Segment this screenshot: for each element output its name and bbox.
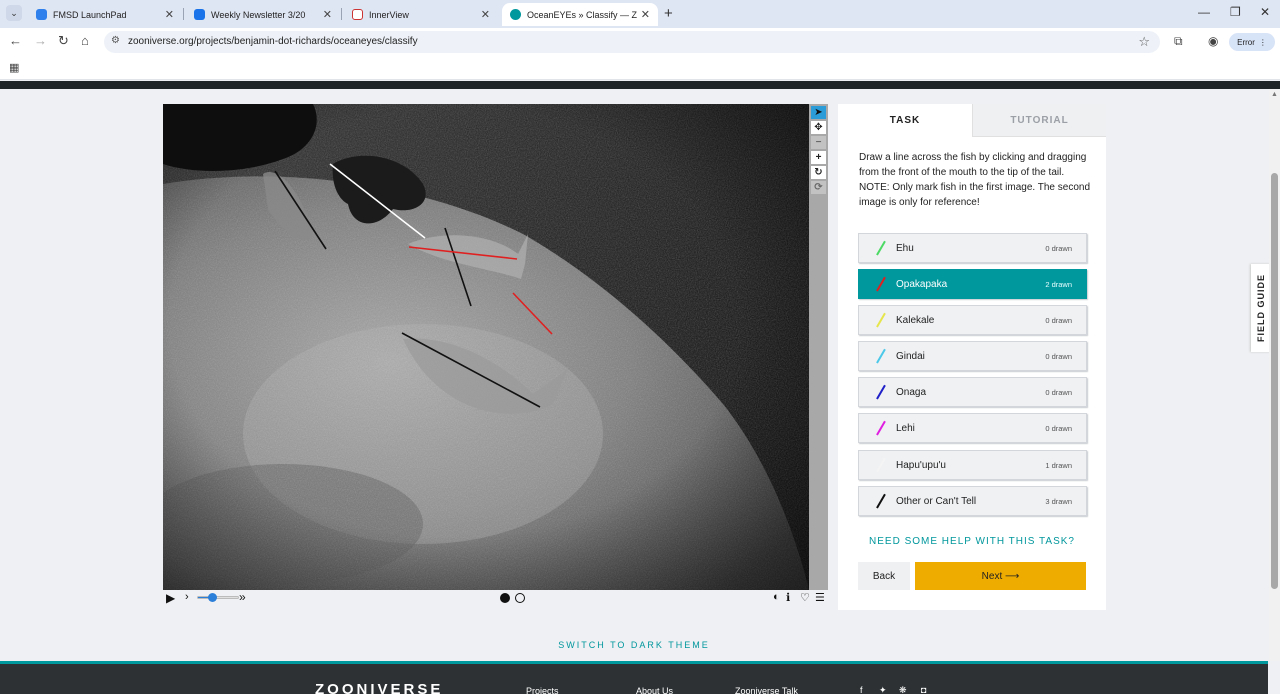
close-icon[interactable]: ✕ [641,8,650,21]
extensions-icon[interactable]: ⧉ [1174,34,1183,49]
option-gindai[interactable]: Gindai 0 drawn [858,341,1087,371]
new-tab-icon[interactable]: + [664,5,673,22]
frame-1-dot[interactable] [500,593,510,603]
pointer-icon[interactable]: ➤ [811,106,826,119]
address-bar: ← → ↻ ⌂ ⚙ zooniverse.org/projects/benjam… [0,28,1280,56]
fast-forward-icon[interactable]: » [239,590,246,604]
play-icon[interactable]: ▶ [166,591,175,605]
zoom-in-icon[interactable]: + [811,151,826,164]
tab-fmsd-launchpad[interactable]: FMSD LaunchPad ✕ [28,3,182,26]
tab-tutorial[interactable]: TUTORIAL [972,104,1106,137]
tab-weekly-newsletter[interactable]: Weekly Newsletter 3/20 ✕ [186,3,340,26]
project-header-strip [0,81,1280,89]
restore-icon[interactable]: ❐ [1230,5,1241,19]
task-help-link[interactable]: NEED SOME HELP WITH THIS TASK? [838,536,1106,547]
zooniverse-icon [510,9,521,20]
line-tool-icon [875,240,886,256]
sites-icon [194,9,205,20]
url-input[interactable]: ⚙ zooniverse.org/projects/benjamin-dot-r… [104,31,1160,53]
tab-search-icon[interactable]: ⌄ [6,5,22,21]
reset-icon[interactable]: ⟳ [811,181,826,194]
info-icon[interactable]: ℹ [786,591,790,604]
reload-icon[interactable]: ↻ [58,33,69,49]
heart-icon[interactable]: ♡ [800,591,810,604]
bluesky-icon[interactable]: ❋ [899,685,907,694]
line-tool-icon [875,384,886,400]
viewer-toolbar: ➤ ✥ − + ↻ ⟳ [809,104,828,590]
footer-link-projects[interactable]: Projects [526,686,559,694]
tab-task[interactable]: TASK [838,104,972,137]
scroll-up-icon[interactable]: ▲ [1271,91,1278,98]
option-opakapaka[interactable]: Opakapaka 2 drawn [858,269,1087,299]
frame-controls: ▶ › » ◐ ℹ ♡ ☰ [163,590,828,606]
browser-tab-bar: ⌄ FMSD LaunchPad ✕ Weekly Newsletter 3/2… [0,0,1280,28]
cloud-icon [36,9,47,20]
more-menu-icon: ⋮ [1258,37,1267,47]
task-panel: TASK TUTORIAL Draw a line across the fis… [838,104,1106,610]
close-icon[interactable]: ✕ [481,8,490,21]
subject-image[interactable] [163,104,809,590]
bookmarks-bar: ▦ [0,56,1280,80]
line-tool-icon [875,493,886,509]
line-tool-icon [875,457,886,473]
zooniverse-logo[interactable]: ZOONIVERSE [315,681,443,694]
instagram-icon[interactable]: ◘ [921,685,926,694]
twitter-icon[interactable]: ✦ [879,685,887,694]
facebook-icon[interactable]: f [860,685,863,694]
tab-innerview[interactable]: InnerView ✕ [344,3,498,26]
dark-theme-toggle[interactable]: SWITCH TO DARK THEME [0,640,1268,650]
option-onaga[interactable]: Onaga 0 drawn [858,377,1087,407]
scroll-thumb[interactable] [1271,173,1278,589]
bookmark-star-icon[interactable]: ☆ [1138,34,1150,50]
line-tool-icon [875,276,886,292]
collections-icon[interactable]: ☰ [815,591,825,604]
line-tool-icon [875,312,886,328]
tab-oceaneyes[interactable]: OceanEYEs » Classify — Zooniv ✕ [502,3,658,26]
option-kalekale[interactable]: Kalekale 0 drawn [858,305,1087,335]
back-button[interactable]: Back [858,562,910,590]
task-instructions: Draw a line across the fish by clicking … [859,152,1091,208]
back-arrow-icon[interactable]: ← [9,33,22,48]
forward-arrow-icon[interactable]: → [34,33,47,48]
option-lehi[interactable]: Lehi 0 drawn [858,413,1087,443]
option-other[interactable]: Other or Can't Tell 3 drawn [858,486,1087,516]
home-icon[interactable]: ⌂ [81,33,89,48]
zoom-out-icon[interactable]: − [811,136,826,149]
footer-link-about[interactable]: About Us [636,686,673,694]
frame-2-dot[interactable] [515,593,525,603]
minimize-icon[interactable]: — [1198,5,1210,19]
line-tool-icon [875,348,886,364]
close-icon[interactable]: ✕ [165,8,174,21]
site-footer: ZOONIVERSE Projects About Us Zooniverse … [0,661,1268,694]
invert-icon[interactable]: ◐ [773,591,780,603]
innerview-icon [352,9,363,20]
profile-icon[interactable]: ◉ [1208,34,1218,48]
line-tool-icon [875,420,886,436]
next-button[interactable]: Next ⟶ [915,562,1086,590]
apps-grid-icon[interactable]: ▦ [9,61,19,74]
window-close-icon[interactable]: ✕ [1260,5,1270,19]
field-guide-tab[interactable]: FIELD GUIDE [1251,264,1271,352]
option-hapuupuu[interactable]: Hapu'upu'u 1 drawn [858,450,1087,480]
option-ehu[interactable]: Ehu 0 drawn [858,233,1087,263]
profile-error-button[interactable]: Error ⋮ [1229,33,1275,51]
step-forward-icon[interactable]: › [185,591,189,603]
rotate-icon[interactable]: ↻ [811,166,826,179]
playback-speed-slider[interactable] [197,593,239,602]
subject-image-canvas[interactable] [163,104,809,590]
site-info-icon[interactable]: ⚙ [111,35,120,46]
footer-link-talk[interactable]: Zooniverse Talk [735,686,798,694]
close-icon[interactable]: ✕ [323,8,332,21]
page-scrollbar[interactable]: ▲ [1269,89,1280,661]
move-icon[interactable]: ✥ [811,121,826,134]
